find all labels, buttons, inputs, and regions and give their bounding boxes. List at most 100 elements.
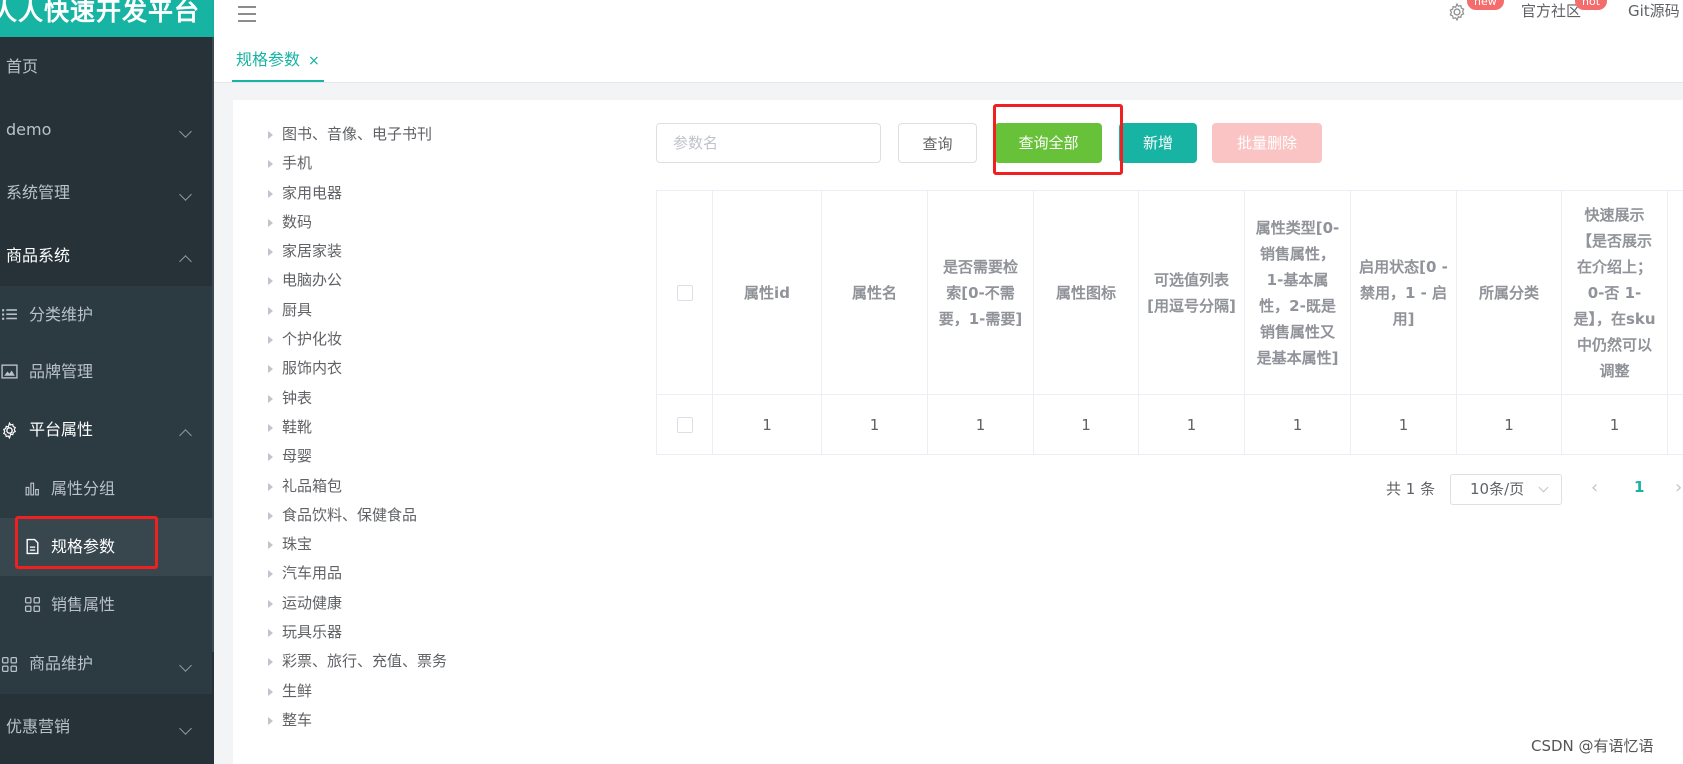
header-attr-icon[interactable]: 属性图标 [1034,191,1139,394]
sidebar-item-demo[interactable]: demo [0,100,212,160]
gear-icon[interactable] [1447,2,1467,22]
row-checkbox[interactable] [676,416,693,433]
sidebar-scrollbar[interactable] [212,37,214,652]
caret-right-icon[interactable] [268,306,273,315]
header-value-list[interactable]: 可选值列表[用逗号分隔] [1139,191,1245,394]
caret-right-icon[interactable] [268,599,273,608]
sidebar-item-promotion[interactable]: 优惠营销 [0,697,212,757]
tree-node-label: 图书、音像、电子书刊 [282,125,433,143]
category-tree: 图书、音像、电子书刊手机 家用电器 数码家居家装电脑办公 厨具 个护化妆服饰内衣钟表 鞋靴… [266,120,447,735]
app-logo[interactable]: 人人快速开发平台 [0,0,214,37]
page-size-select[interactable]: 10条/页 [1450,474,1562,505]
sidebar-item-label: demo [6,120,52,139]
bar-chart-icon [25,482,39,496]
community-link[interactable]: 官方社区 [1521,0,1581,21]
header-searchable[interactable]: 是否需要检索[0-不需要，1-需要] [928,191,1034,394]
sidebar-item-attr-group[interactable]: 属性分组 [0,460,212,518]
sidebar-item-home[interactable]: 首页 [0,37,212,97]
header-attr-type[interactable]: 属性类型[0-销售属性，1-基本属性，2-既是销售属性又是基本属性] [1245,191,1351,394]
table-cell: 1 [1351,395,1457,454]
tree-node[interactable]: 个护化妆 [266,325,447,354]
tree-node[interactable]: 运动健康 [266,589,447,618]
caret-right-icon[interactable] [268,189,273,198]
tree-node[interactable]: 生鲜 [266,677,447,706]
sidebar-item-brand[interactable]: 品牌管理 [0,343,212,400]
caret-right-icon[interactable] [268,160,273,169]
caret-right-icon[interactable] [268,277,273,286]
tree-node[interactable]: 钟表 [266,384,447,413]
tree-node[interactable]: 数码 [266,208,447,237]
chevron-down-icon [1538,482,1549,493]
table-cell: 1 [713,395,822,454]
git-source-link[interactable]: Git源码 [1628,0,1680,21]
sidebar-item-label: 平台属性 [29,420,94,439]
hot-badge: hot [1575,0,1608,10]
sidebar-item-product-maint[interactable]: 商品维护 [0,634,212,694]
tree-node[interactable]: 礼品箱包 [266,472,447,501]
caret-right-icon[interactable] [268,394,273,403]
sidebar-item-label: 优惠营销 [6,717,71,736]
header-attr-name[interactable]: 属性名 [822,191,928,394]
caret-right-icon[interactable] [268,687,273,696]
next-page-button[interactable]: › [1675,477,1682,498]
caret-right-icon[interactable] [268,570,273,579]
tree-node[interactable]: 厨具 [266,296,447,325]
tree-node[interactable]: 电脑办公 [266,266,447,295]
table-row[interactable]: 1 1 1 1 1 1 1 1 1 [657,395,1683,455]
tree-node[interactable]: 珠宝 [266,530,447,559]
header-attr-id[interactable]: 属性id [713,191,822,394]
sidebar-item-sale-attr[interactable]: 销售属性 [0,576,212,634]
app-title: 人人快速开发平台 [0,0,201,26]
batch-delete-button[interactable]: 批量删除 [1212,123,1322,163]
tree-node[interactable]: 彩票、旅行、充值、票务 [266,647,447,676]
tree-node-label: 玩具乐器 [282,623,343,642]
tree-node[interactable]: 鞋靴 [266,413,447,442]
caret-right-icon[interactable] [268,423,273,432]
header-enabled[interactable]: 启用状态[0 - 禁用，1 - 启用] [1351,191,1457,394]
tree-node[interactable]: 手机 [266,149,447,178]
caret-right-icon[interactable] [268,658,273,667]
add-button[interactable]: 新增 [1119,123,1197,163]
tree-node[interactable]: 汽车用品 [266,559,447,588]
sidebar-item-category[interactable]: 分类维护 [0,286,212,343]
sidebar-item-system[interactable]: 系统管理 [0,163,212,223]
tree-node-label: 家居家装 [282,242,343,261]
sidebar-item-label: 商品维护 [29,654,94,673]
sidebar-item-product-system[interactable]: 商品系统 [0,226,212,286]
table-cell: 1 [1562,395,1668,454]
caret-right-icon[interactable] [268,336,273,345]
select-all-checkbox[interactable] [676,284,693,301]
tab-spec-params[interactable]: 规格参数 × [232,37,324,82]
caret-right-icon[interactable] [268,482,273,491]
close-icon[interactable]: × [308,53,320,69]
caret-right-icon[interactable] [268,248,273,257]
tree-node[interactable]: 家居家装 [266,237,447,266]
tree-node[interactable]: 家用电器 [266,179,447,208]
header-category[interactable]: 所属分类 [1457,191,1562,394]
grid-icon [24,596,41,613]
caret-right-icon[interactable] [268,218,273,227]
caret-right-icon[interactable] [268,511,273,520]
caret-right-icon[interactable] [268,131,273,139]
caret-right-icon[interactable] [268,365,273,374]
param-name-search-input[interactable] [656,123,881,163]
tree-node[interactable]: 母婴 [266,442,447,471]
tree-node[interactable]: 食品饮料、保健食品 [266,501,447,530]
query-button[interactable]: 查询 [898,123,977,163]
tree-node[interactable]: 服饰内衣 [266,354,447,383]
menu-toggle-icon[interactable] [238,6,256,22]
caret-right-icon[interactable] [268,716,273,725]
sidebar-item-platform-attr[interactable]: 平台属性 [0,400,212,460]
tree-node[interactable]: 图书、音像、电子书刊 [266,120,447,149]
caret-right-icon[interactable] [268,629,273,638]
prev-page-button[interactable]: ‹ [1591,477,1598,498]
tree-node[interactable]: 整车 [266,706,447,735]
header-quick-show[interactable]: 快速展示【是否展示在介绍上；0-否 1-是】，在sku中仍然可以调整 [1562,191,1668,394]
gear-icon [2,422,17,439]
caret-right-icon[interactable] [268,541,273,550]
tree-node[interactable]: 玩具乐器 [266,618,447,647]
tree-node-label: 服饰内衣 [282,359,343,378]
table-cell: 1 [822,395,928,454]
page-number-current[interactable]: 1 [1634,478,1644,496]
caret-right-icon[interactable] [268,453,273,462]
